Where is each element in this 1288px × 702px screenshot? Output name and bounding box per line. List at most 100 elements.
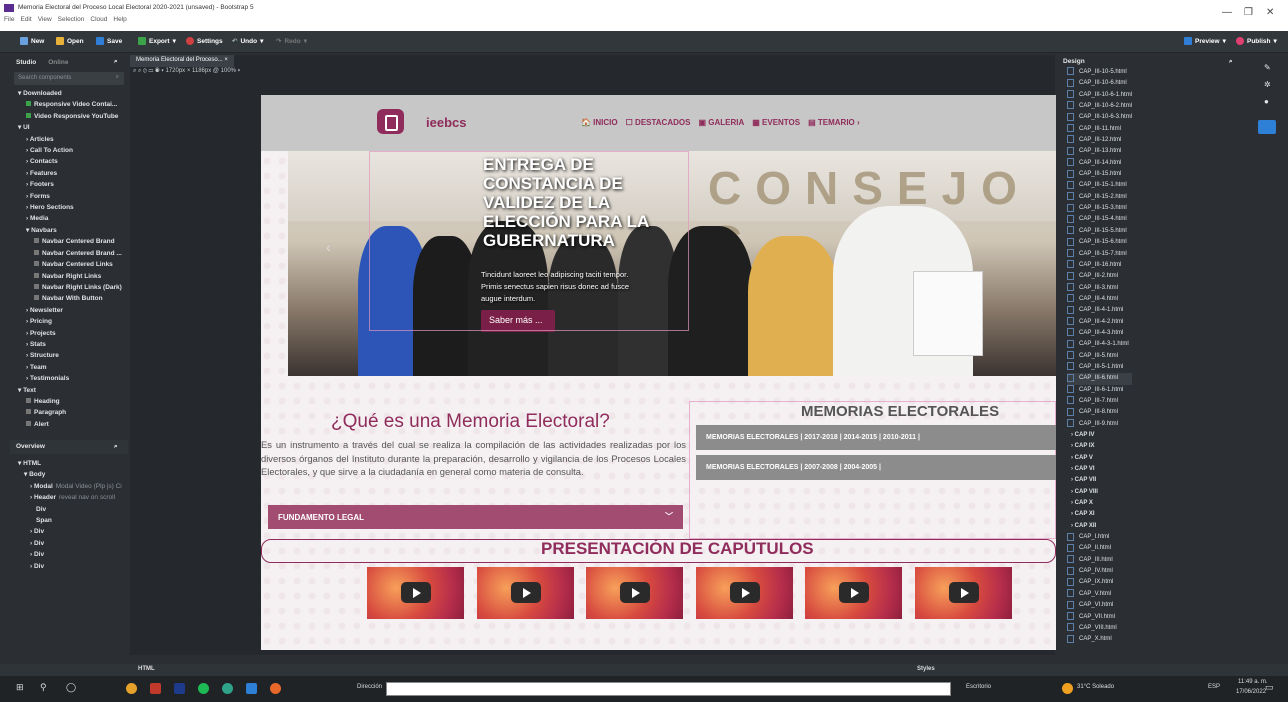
tab-studio[interactable]: Studio [16,59,36,66]
undo-button[interactable]: ↶ Undo ▾ [232,37,263,46]
component-item[interactable]: › Newsletter [18,305,128,316]
spotify-icon[interactable] [198,683,209,694]
menu-item-help[interactable]: Help [113,16,126,23]
component-item[interactable]: Heading [18,396,128,407]
design-file[interactable]: CAP_VII.html [1067,612,1132,623]
overview-node[interactable]: › Div [18,549,128,560]
site-brand[interactable]: ieebcs [426,115,466,130]
bootstrap-studio-icon[interactable] [246,683,257,694]
design-file[interactable]: CAP_II.html [1067,543,1132,554]
menu-item-cloud[interactable]: Cloud [90,16,107,23]
design-folder[interactable]: › CAP XI [1067,509,1132,520]
play-icon[interactable] [948,582,979,603]
design-file[interactable]: CAP_III-5-1.html [1067,362,1132,373]
design-file[interactable]: CAP_VI.html [1067,600,1132,611]
design-file[interactable]: CAP_III-3.html [1067,283,1132,294]
component-item[interactable]: › Articles [18,134,128,145]
address-input[interactable] [386,682,951,696]
design-file[interactable]: CAP_V.html [1067,589,1132,600]
redo-button[interactable]: ↷ Redo ▾ [276,37,307,46]
ieebcs-logo[interactable] [377,109,404,134]
site-nav-link[interactable]: 🏠 INICIO [581,118,618,127]
design-file[interactable]: CAP_III-4-1.html [1067,305,1132,316]
menu-item-file[interactable]: File [4,16,14,23]
weather-text[interactable]: 31°C Soleado [1077,684,1114,690]
design-file[interactable]: CAP_III-4-3.html [1067,328,1132,339]
settings-button[interactable]: Settings [186,37,223,45]
play-icon[interactable] [510,582,541,603]
minimize-icon[interactable]: — [1222,7,1232,18]
clock-time[interactable]: 11:49 a. m. [1238,679,1268,685]
design-file[interactable]: CAP_III-9.html [1067,419,1132,430]
component-item[interactable]: Navbar Centered Brand [18,236,128,247]
design-file[interactable]: CAP_IV.html [1067,566,1132,577]
open-button[interactable]: Open [56,37,84,45]
search-icon[interactable]: ⚲ [40,682,47,693]
design-file[interactable]: CAP_III-10-5.html [1067,67,1132,78]
design-file[interactable]: CAP_III-15-4.html [1067,214,1132,225]
component-item[interactable]: Video Responsive YouTube [18,111,128,122]
design-folder[interactable]: › CAP XII [1067,521,1132,532]
maximize-icon[interactable]: ❐ [1244,7,1253,18]
video-thumbnail[interactable] [586,567,683,619]
search-icon[interactable]: ⌕ [1229,58,1233,66]
brush-icon[interactable]: ✎ [1264,63,1271,72]
component-item[interactable]: › Stats [18,339,128,350]
component-item[interactable]: Navbar Right Links (Dark) [18,282,128,293]
design-file[interactable]: CAP_III-15-6.html [1067,237,1132,248]
preview-button[interactable]: Preview ▾ [1184,37,1226,45]
component-item[interactable]: › Testimonials [18,373,128,384]
component-item[interactable]: › Pricing [18,316,128,327]
overview-node[interactable]: › Header reveal nav on scroll [18,492,128,503]
site-nav-link[interactable]: ☐ DESTACADOS [626,118,691,127]
menu-item-edit[interactable]: Edit [20,16,31,23]
overview-node[interactable]: Div [18,504,128,515]
overview-node[interactable]: › Div [18,561,128,572]
design-file[interactable]: CAP_III-6-1.html [1067,385,1132,396]
close-icon[interactable]: × [224,57,228,63]
component-item[interactable]: › Features [18,168,128,179]
design-file[interactable]: CAP_III-11.html [1067,124,1132,135]
component-item[interactable]: › Footers [18,179,128,190]
design-folder[interactable]: › CAP X [1067,498,1132,509]
component-item[interactable]: Navbar With Button [18,293,128,304]
design-file[interactable]: CAP_III-15.html [1067,169,1132,180]
tab-styles[interactable]: Styles [917,666,935,672]
tab-online[interactable]: Online [48,59,68,66]
design-file[interactable]: CAP_III-15-5.html [1067,226,1132,237]
video-thumbnail[interactable] [805,567,902,619]
design-file[interactable]: CAP_III-2.html [1067,271,1132,282]
design-file[interactable]: CAP_VIII.html [1067,623,1132,634]
task-view-icon[interactable]: ◯ [66,682,76,693]
component-item[interactable]: ▾ Downloaded [18,88,128,99]
design-file[interactable]: CAP_III-10-6.html [1067,78,1132,89]
design-file[interactable]: CAP_III-16.html [1067,260,1132,271]
overview-node[interactable]: ▾ Body [18,469,128,480]
close-icon[interactable]: ✕ [1266,7,1274,18]
overview-node[interactable]: › Div [18,526,128,537]
design-folder[interactable]: › CAP VII [1067,475,1132,486]
site-nav-link[interactable]: ▦ EVENTOS [752,118,800,127]
memorias-link-2[interactable]: MEMORIAS ELECTORALES | 2007-2008 | 2004-… [696,455,1056,480]
design-file[interactable]: CAP_III-13.html [1067,146,1132,157]
video-thumbnail[interactable] [476,567,574,619]
design-file[interactable]: CAP_X.html [1067,634,1132,645]
design-file[interactable]: CAP_III-8.html [1067,407,1132,418]
site-nav-link[interactable]: ▣ GALERIA [698,118,744,127]
search-icon[interactable]: ⌕ [114,443,118,451]
design-folder[interactable]: › CAP VI [1067,464,1132,475]
fundamento-legal-accordion[interactable]: FUNDAMENTO LEGAL ﹀ [268,505,683,529]
component-item[interactable]: Alert [18,419,128,430]
export-button[interactable]: Export ▾ [138,37,176,45]
component-item[interactable]: › Call To Action [18,145,128,156]
component-item[interactable]: › Contacts [18,156,128,167]
design-file[interactable]: CAP_III-7.html [1067,396,1132,407]
gear-icon[interactable]: ✲ [1264,80,1271,89]
illustrator-icon[interactable] [150,683,161,694]
language-indicator[interactable]: ESP [1208,684,1220,690]
memorias-link-1[interactable]: MEMORIAS ELECTORALES | 2017-2018 | 2014-… [696,425,1056,450]
component-item[interactable]: › Media [18,213,128,224]
component-item[interactable]: Navbar Centered Brand ... [18,248,128,259]
design-file[interactable]: CAP_III-15-1.html [1067,180,1132,191]
component-item[interactable]: ▾ Navbars [18,225,128,236]
